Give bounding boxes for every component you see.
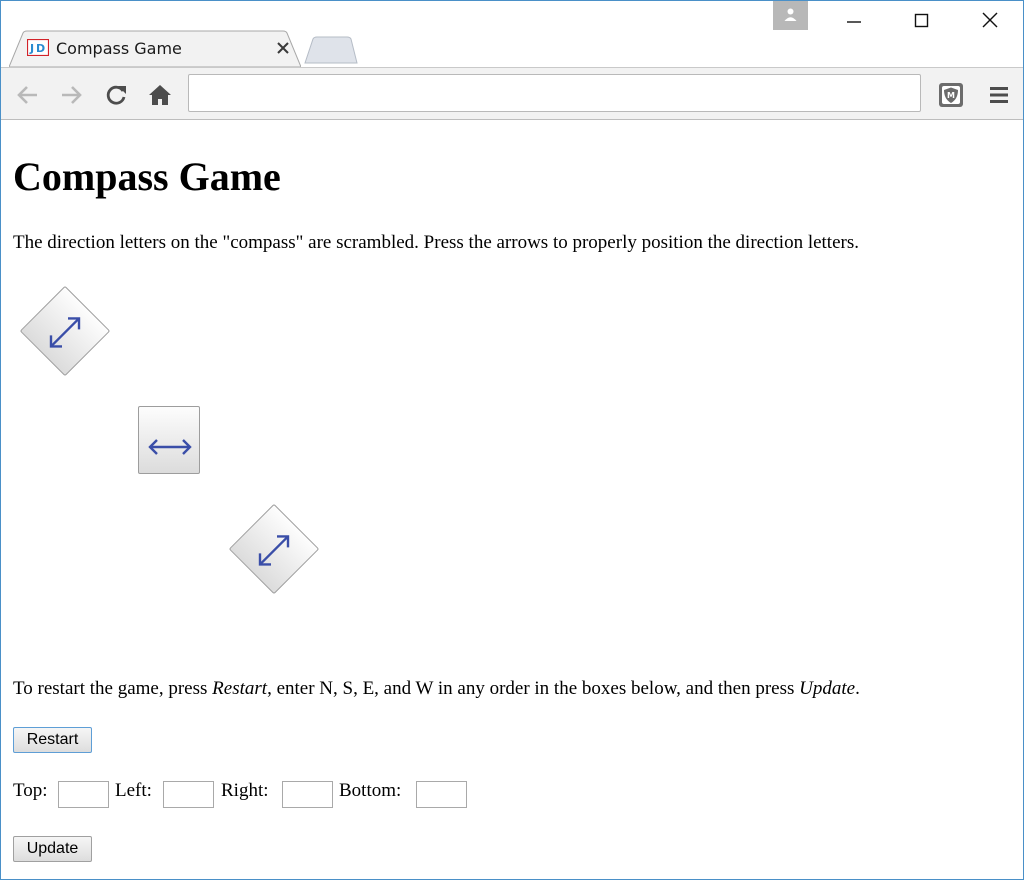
bottom-field[interactable]	[416, 781, 467, 808]
svg-text:D: D	[36, 42, 45, 55]
maximize-icon	[914, 13, 929, 28]
top-field-label: Top:	[13, 780, 48, 801]
svg-text:J: J	[29, 42, 34, 55]
forward-arrow-icon[interactable]	[58, 82, 84, 108]
right-field[interactable]	[282, 781, 333, 808]
browser-window: J D Compass Game M Compass Game The dire…	[0, 0, 1024, 880]
close-icon	[982, 12, 998, 28]
restart-instructions: To restart the game, press Restart, ente…	[13, 678, 860, 700]
minimize-button[interactable]	[831, 5, 877, 33]
update-emphasis: Update	[799, 678, 856, 699]
left-field[interactable]	[163, 781, 214, 808]
page-content: Compass Game The direction letters on th…	[1, 121, 1023, 879]
close-window-button[interactable]	[967, 5, 1013, 33]
right-field-label: Right:	[221, 780, 269, 801]
double-arrow-diagonal-icon	[49, 317, 81, 348]
page-title: Compass Game	[13, 154, 281, 199]
title-bar: J D Compass Game	[1, 1, 1023, 67]
menu-hamburger-icon[interactable]	[987, 83, 1011, 107]
close-tab-icon[interactable]	[275, 40, 291, 56]
back-arrow-icon[interactable]	[15, 82, 41, 108]
restart-text-part: .	[855, 678, 860, 699]
user-icon	[784, 8, 797, 21]
double-arrow-diagonal-icon	[258, 535, 290, 566]
compass-arrow-button-top-left[interactable]	[19, 285, 111, 377]
profile-button[interactable]	[773, 1, 808, 30]
restart-button[interactable]: Restart	[13, 727, 92, 753]
top-field[interactable]	[58, 781, 109, 808]
browser-tab[interactable]: J D Compass Game	[9, 30, 301, 67]
reload-icon[interactable]	[103, 82, 129, 108]
intro-text: The direction letters on the "compass" a…	[13, 232, 859, 253]
maximize-button[interactable]	[899, 5, 945, 33]
restart-text-part: , enter N, S, E, and W in any order in t…	[267, 678, 800, 699]
minimize-icon	[847, 21, 861, 23]
browser-toolbar: M	[1, 67, 1023, 120]
restart-emphasis: Restart	[212, 678, 268, 699]
svg-text:M: M	[947, 91, 955, 100]
extension-shield-icon[interactable]: M	[937, 81, 965, 109]
compass-arrow-button-center[interactable]	[138, 406, 200, 474]
double-arrow-horizontal-icon	[148, 439, 192, 455]
left-field-label: Left:	[115, 780, 152, 801]
site-favicon-icon: J D	[27, 39, 49, 56]
compass-arrow-button-bottom-right[interactable]	[228, 503, 320, 595]
home-icon[interactable]	[147, 82, 173, 108]
restart-text-part: To restart the game, press	[13, 678, 213, 699]
bottom-field-label: Bottom:	[339, 780, 402, 801]
new-tab-button[interactable]	[303, 36, 359, 64]
update-button[interactable]: Update	[13, 836, 92, 862]
address-bar[interactable]	[188, 74, 921, 112]
tab-title: Compass Game	[56, 39, 182, 58]
